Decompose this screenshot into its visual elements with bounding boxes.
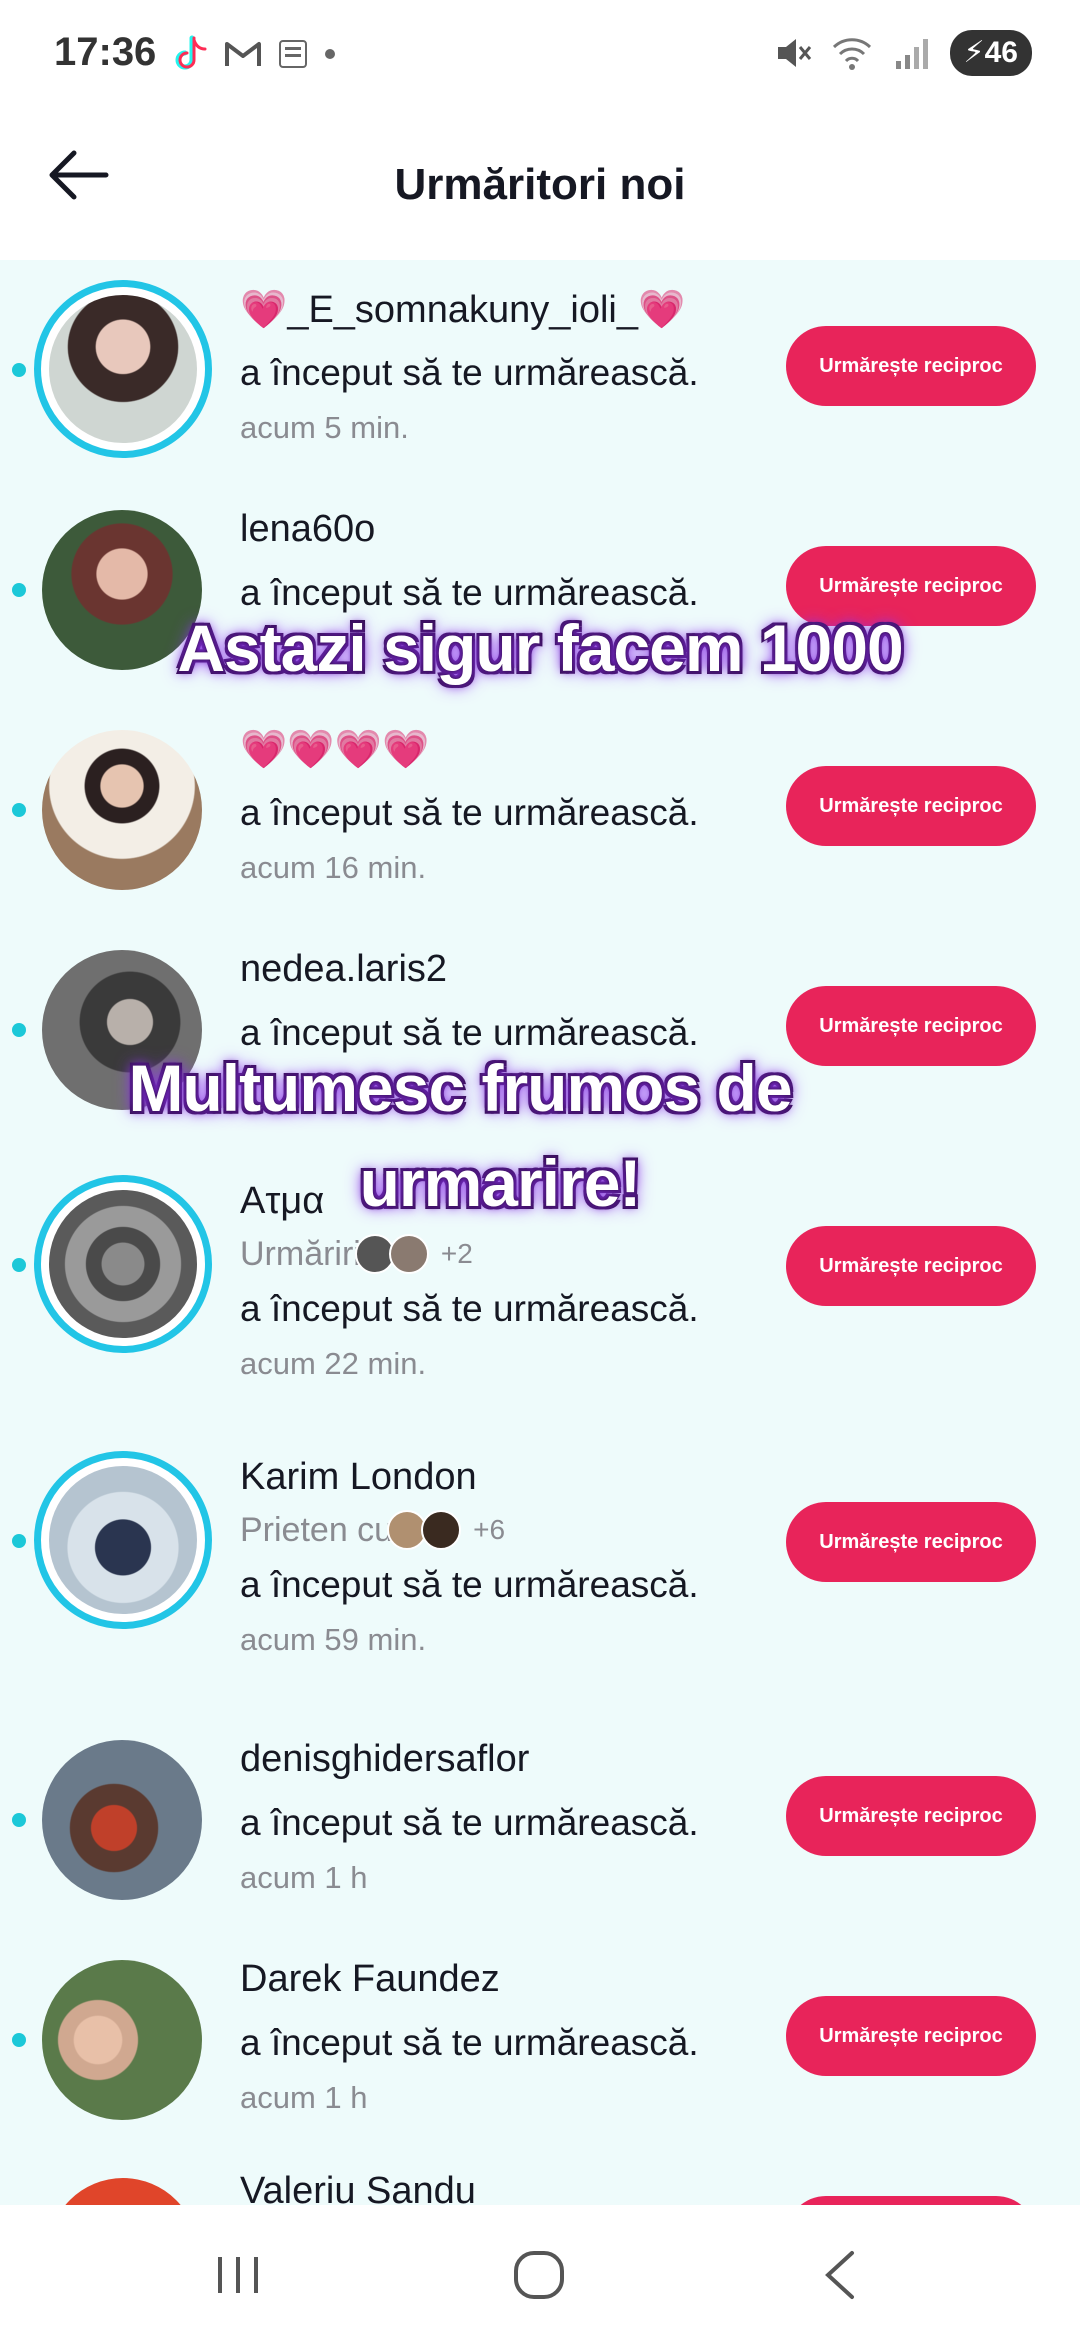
status-system-icons: ⚡46 (772, 30, 1032, 76)
followers-list[interactable]: 💗_E_somnakuny_ioli_💗 a început să te urm… (0, 260, 1080, 2205)
follower-username[interactable]: 💗_E_somnakuny_ioli_💗 (240, 288, 685, 332)
page-title: Urmăritori noi (394, 160, 686, 209)
recents-button[interactable] (198, 2245, 278, 2305)
home-button[interactable] (500, 2245, 580, 2305)
unread-dot (12, 1023, 26, 1037)
avatar[interactable] (42, 730, 202, 890)
gmail-icon (225, 42, 261, 66)
follow-back-button[interactable] (786, 2196, 1036, 2205)
status-dot-icon (325, 49, 335, 59)
mutual-avatar (421, 1510, 462, 1550)
overlay-caption: Astazi sigur facem 1000 (177, 611, 903, 685)
follow-time: acum 1 h (240, 1860, 368, 1895)
battery-level: 46 (984, 36, 1018, 69)
unread-dot (12, 803, 26, 817)
home-icon (514, 2251, 564, 2299)
mutual-label: Prieten cu (240, 1510, 394, 1549)
header: Urmăritori noi (0, 110, 1080, 260)
follower-username[interactable]: 💗💗💗💗 (240, 728, 429, 772)
follow-message: a început să te urmărească. (240, 1288, 699, 1329)
follow-time: acum 5 min. (240, 410, 409, 445)
follower-username[interactable]: nedea.laris2 (240, 948, 447, 991)
follower-username[interactable]: Valeriu Sandu (240, 2170, 476, 2205)
back-chevron-icon (825, 2251, 854, 2299)
mutual-avatar (388, 1234, 429, 1274)
follow-message: a început să te urmărească. (240, 792, 699, 833)
mutual-info: Prieten cu +6 (240, 1510, 505, 1550)
status-bar: 17:36 ⚡46 (0, 0, 1080, 110)
follow-message: a început să te urmărească. (240, 1802, 699, 1843)
unread-dot (12, 1813, 26, 1827)
mutual-count: +6 (473, 1514, 506, 1545)
follower-username[interactable]: Darek Faundez (240, 1958, 500, 2001)
avatar[interactable] (34, 280, 212, 458)
follow-message: a început să te urmărească. (240, 572, 699, 613)
follow-time: acum 16 min. (240, 850, 427, 885)
unread-dot (12, 583, 26, 597)
follow-back-button[interactable]: Urmărește reciproc (786, 1226, 1036, 1306)
follow-back-button[interactable]: Urmărește reciproc (786, 1996, 1036, 2076)
follower-username[interactable]: denisghidersaflor (240, 1738, 529, 1781)
avatar[interactable] (48, 2178, 198, 2205)
battery-indicator: ⚡46 (949, 30, 1032, 76)
unread-dot (12, 2033, 26, 2047)
follow-message: a început să te urmărească. (240, 1012, 699, 1053)
mutual-label: Urmăriri (240, 1234, 361, 1273)
unread-dot (12, 1258, 26, 1272)
avatar[interactable] (34, 1451, 212, 1629)
prod-hub-icon (279, 40, 307, 68)
avatar[interactable] (42, 1740, 202, 1900)
follow-message: a început să te urmărească. (240, 2022, 699, 2063)
follow-back-button[interactable]: Urmărește reciproc (786, 766, 1036, 846)
follow-message: a început să te urmărească. (240, 1564, 699, 1605)
tiktok-icon (175, 35, 207, 70)
follow-back-button[interactable]: Urmărește reciproc (786, 1502, 1036, 1582)
follow-time: acum 22 min. (240, 1346, 427, 1381)
unread-dot (12, 1534, 26, 1548)
mutual-info: Urmăriri +2 (240, 1234, 473, 1274)
nav-back-button[interactable] (800, 2245, 880, 2305)
battery-charging-icon: ⚡ (963, 36, 985, 69)
follow-back-button[interactable]: Urmărește reciproc (786, 1776, 1036, 1856)
overlay-caption: Multumesc frumos de (128, 1051, 792, 1125)
mute-icon (777, 39, 811, 67)
unread-dot (12, 363, 26, 377)
follower-username[interactable]: Karim London (240, 1456, 477, 1499)
avatar[interactable] (42, 1960, 202, 2120)
overlay-caption: urmarire! (359, 1146, 642, 1220)
status-time: 17:36 (54, 30, 157, 74)
recents-icon (218, 2257, 258, 2293)
follow-time: acum 59 min. (240, 1622, 427, 1657)
follow-time: acum 1 h (240, 2080, 368, 2115)
system-nav-bar (0, 2205, 1080, 2340)
follower-username[interactable]: lena60o (240, 508, 375, 551)
follow-back-button[interactable]: Urmărește reciproc (786, 326, 1036, 406)
status-notification-icons (172, 34, 336, 74)
wifi-icon (832, 38, 871, 70)
mutual-count: +2 (440, 1238, 473, 1269)
signal-icon (895, 39, 928, 69)
follow-message: a început să te urmărească. (240, 352, 699, 393)
